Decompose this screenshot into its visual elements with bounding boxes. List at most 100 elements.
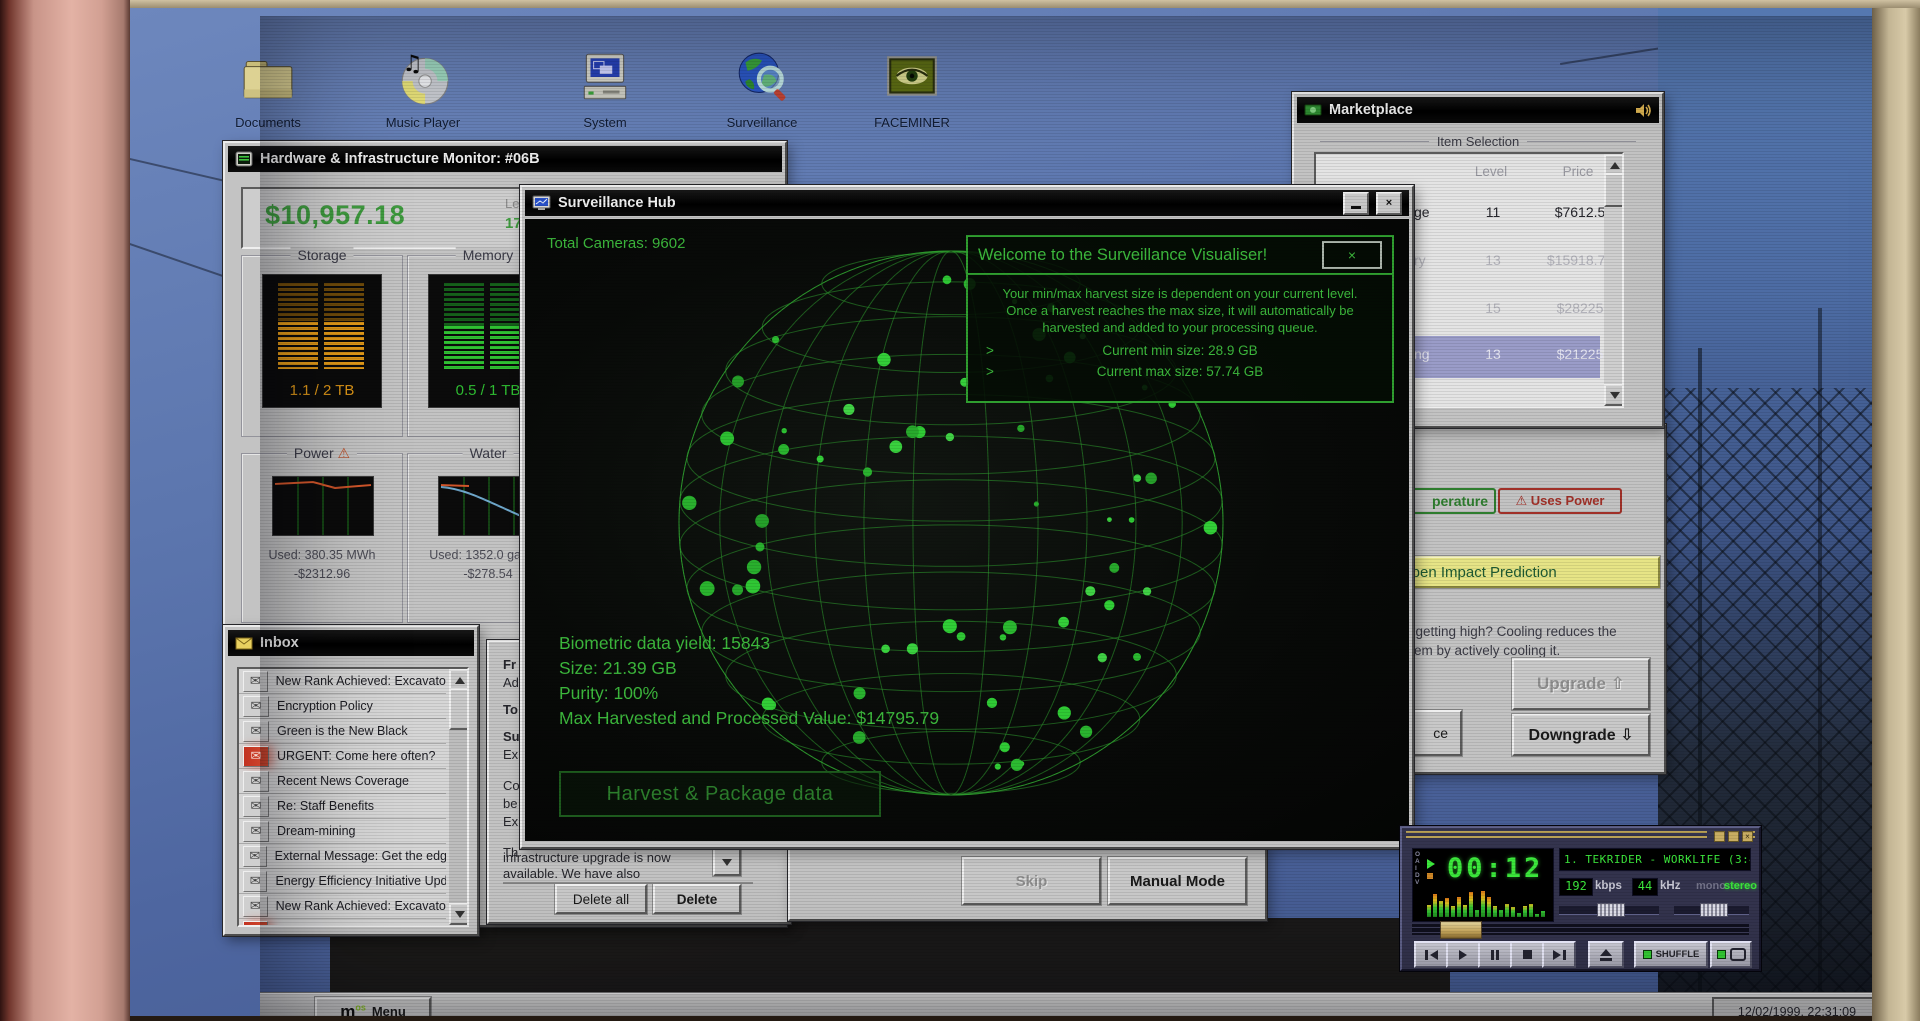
harvest-package-button[interactable]: Harvest & Package data — [559, 771, 881, 817]
upgrade-button[interactable]: Upgrade ⇧ — [1512, 658, 1650, 710]
server-icon — [235, 151, 253, 167]
bullet: > — [986, 364, 994, 379]
marketplace-titlebar[interactable]: Marketplace — [1297, 97, 1659, 123]
power-group: Power ⚠ Used: 380.35 MWh -$2312.96 — [241, 453, 403, 623]
computer-icon — [576, 48, 634, 106]
globe-search-icon — [733, 48, 791, 106]
surveillance-titlebar[interactable]: Surveillance Hub × — [525, 190, 1409, 216]
monitor-bezel-right — [1872, 8, 1920, 1021]
mail-field-fragment: Co — [503, 777, 520, 795]
clutterbar[interactable]: O A I D V — [1415, 851, 1420, 886]
desktop-icon-faceminer[interactable]: FACEMINER — [852, 48, 972, 130]
shuffle-button[interactable]: SHUFFLE — [1634, 941, 1708, 968]
volume-slider[interactable] — [1559, 906, 1659, 915]
monitor-bezel-left — [0, 0, 130, 1021]
list-item[interactable]: ✉Green is the New Black — [239, 719, 446, 744]
list-item[interactable]: ✉New Rank Achieved: Excavato... — [239, 669, 446, 694]
manual-mode-button[interactable]: Manual Mode — [1108, 857, 1247, 905]
os-logo: mos — [340, 1002, 366, 1017]
time-display[interactable]: 00:12 — [1447, 853, 1543, 884]
seek-bar[interactable] — [1412, 924, 1749, 935]
mail-subject: Energy Efficiency Initiative Upd... — [275, 874, 446, 888]
balance-handle[interactable] — [1700, 903, 1728, 917]
mail-subject: URGENT: High Electricity Usage — [276, 924, 446, 927]
item-name: ry — [1414, 252, 1426, 268]
power-label: Power ⚠ — [287, 445, 357, 462]
speaker-icon[interactable] — [1635, 103, 1652, 118]
close-button[interactable]: × — [1376, 192, 1402, 215]
scroll-down-button[interactable] — [1604, 384, 1624, 406]
list-item[interactable]: ✉New Rank Achieved: Excavato... — [239, 894, 446, 919]
mail-field-fragment: Ex — [503, 813, 520, 831]
player-titlebar[interactable]: × — [1406, 831, 1755, 841]
water-label: Water — [463, 445, 514, 461]
list-item[interactable]: ✉URGENT: High Electricity Usage — [239, 919, 446, 927]
player-shade-button[interactable] — [1728, 831, 1739, 842]
marketplace-scrollbar[interactable] — [1604, 154, 1622, 406]
list-item[interactable]: ✉External Message: Get the edge... — [239, 844, 446, 869]
inbox-scrollbar[interactable] — [449, 669, 467, 925]
list-item[interactable]: ✉Energy Efficiency Initiative Upd... — [239, 869, 446, 894]
photo-shadow — [330, 918, 1450, 993]
icon-label: Music Player — [363, 115, 483, 130]
player-minimize-button[interactable] — [1714, 831, 1725, 842]
eject-button[interactable] — [1588, 941, 1624, 968]
list-item[interactable]: ✉Dream-mining — [239, 819, 446, 844]
biometric-yield: Biometric data yield: 15843 — [559, 631, 939, 656]
desktop-icon-documents[interactable]: Documents — [208, 48, 328, 130]
list-item[interactable]: ✉URGENT: Come here often? — [239, 744, 446, 769]
dialog-body: Your min/max harvest size is dependent o… — [968, 285, 1392, 336]
inbox-titlebar[interactable]: Inbox — [228, 630, 474, 656]
mail-subject: External Message: Get the edge... — [275, 849, 446, 863]
play-button[interactable] — [1446, 941, 1480, 968]
previous-button[interactable] — [1414, 941, 1448, 968]
mail-subject: Recent News Coverage — [277, 774, 409, 788]
pause-button[interactable] — [1478, 941, 1512, 968]
scroll-thumb[interactable] — [1604, 173, 1624, 207]
list-item[interactable]: ✉Re: Staff Benefits — [239, 794, 446, 819]
next-button[interactable] — [1542, 941, 1576, 968]
volume-handle[interactable] — [1597, 903, 1625, 917]
repeat-button[interactable] — [1710, 941, 1752, 968]
hardware-titlebar[interactable]: Hardware & Infrastructure Monitor: #06B — [228, 146, 782, 172]
icon-label: Documents — [208, 115, 328, 130]
stop-button[interactable] — [1510, 941, 1544, 968]
harvest-size: Size: 21.39 GB — [559, 656, 939, 681]
scroll-down-button[interactable] — [449, 903, 469, 925]
track-title-display[interactable]: 1. TEKRIDER - WORKLIFE (3:48) — [1559, 848, 1751, 871]
inbox-list: ✉New Rank Achieved: Excavato...✉Encrypti… — [239, 669, 446, 925]
monitor-chart-icon — [532, 195, 551, 212]
menu-button[interactable]: mos Menu — [315, 997, 431, 1016]
skip-button[interactable]: Skip — [962, 857, 1101, 905]
mail-field-fragment: To — [503, 701, 520, 719]
minimize-button[interactable] — [1343, 192, 1369, 215]
cash-icon — [1304, 103, 1322, 117]
mail-fragments: FrAdToSuExCobeExTh — [503, 656, 520, 862]
desktop-icon-surveillance[interactable]: Surveillance — [702, 48, 822, 130]
scroll-thumb[interactable] — [449, 688, 469, 730]
delete-button[interactable]: Delete — [653, 884, 741, 914]
dialog-close-button[interactable]: × — [1322, 241, 1382, 269]
delete-all-button[interactable]: Delete all — [555, 884, 647, 914]
balance-value: $10,957.18 — [265, 200, 405, 231]
dropdown-button[interactable] — [713, 848, 741, 876]
mail-field-fragment: Ad — [503, 674, 520, 692]
player-close-button[interactable]: × — [1742, 831, 1753, 842]
desktop-icon-music-player[interactable]: ♫ Music Player — [363, 48, 483, 130]
play-indicator-icon — [1427, 859, 1435, 869]
inbox-list-frame: ✉New Rank Achieved: Excavato...✉Encrypti… — [237, 667, 469, 927]
shuffle-led — [1643, 950, 1652, 959]
list-item[interactable]: ✉Recent News Coverage — [239, 769, 446, 794]
item-name: ng — [1414, 346, 1430, 362]
open-impact-prediction-button[interactable]: Open Impact Prediction — [1390, 556, 1660, 588]
seek-handle[interactable] — [1440, 921, 1482, 939]
welcome-dialog: Welcome to the Surveillance Visualiser! … — [966, 235, 1394, 403]
mail-subject: New Rank Achieved: Excavato... — [276, 674, 446, 688]
balance-slider[interactable] — [1674, 906, 1749, 915]
icon-label: FACEMINER — [852, 115, 972, 130]
eye-picture-icon — [883, 48, 941, 106]
downgrade-button[interactable]: Downgrade ⇩ — [1512, 714, 1650, 756]
item-level: 13 — [1458, 252, 1528, 268]
list-item[interactable]: ✉Encryption Policy — [239, 694, 446, 719]
desktop-icon-system[interactable]: System — [545, 48, 665, 130]
